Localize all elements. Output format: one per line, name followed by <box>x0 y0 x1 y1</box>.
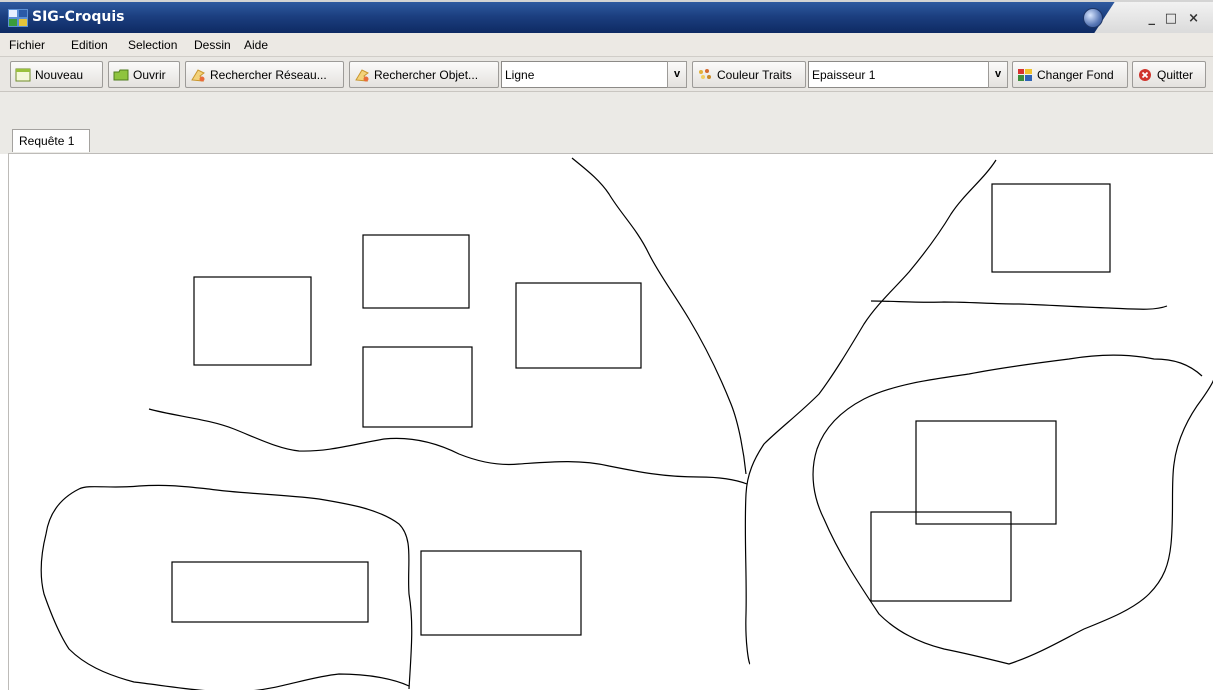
tab-strip: Requête 1 <box>0 92 1213 154</box>
quit-button[interactable]: Quitter <box>1132 61 1206 88</box>
sketch-line[interactable] <box>870 300 1168 310</box>
drawing-canvas[interactable] <box>8 153 1213 690</box>
new-button-label: Nouveau <box>35 67 84 82</box>
sketch-rectangle[interactable] <box>362 234 470 309</box>
menu-aide[interactable]: Aide <box>244 38 268 52</box>
sketch-rectangle[interactable] <box>915 420 1057 525</box>
sketch-line[interactable] <box>40 484 413 690</box>
sketch-line[interactable] <box>571 157 747 475</box>
sketch-svg[interactable] <box>9 154 1213 690</box>
thickness-select[interactable]: Epaisseur 1 <box>808 61 1008 88</box>
open-button[interactable]: Ouvrir <box>108 61 180 88</box>
window-title: SIG-Croquis <box>32 9 125 25</box>
sketch-line[interactable] <box>812 354 1213 665</box>
search-object-label: Rechercher Objet... <box>374 67 479 82</box>
change-background-button[interactable]: Changer Fond <box>1012 61 1128 88</box>
background-icon <box>1018 68 1032 81</box>
sig-app-icon <box>8 9 28 27</box>
menu-bar: Fichier Edition Selection Dessin Aide <box>0 33 1213 57</box>
toolbar: Nouveau Ouvrir Rechercher Réseau... Rech… <box>0 57 1213 92</box>
sketch-rectangle[interactable] <box>991 183 1111 273</box>
line-color-label: Couleur Traits <box>717 67 792 82</box>
sketch-rectangle[interactable] <box>420 550 582 636</box>
new-document-icon <box>15 68 31 81</box>
sketch-rectangle[interactable] <box>870 511 1012 602</box>
color-palette-icon <box>699 68 711 79</box>
new-button[interactable]: Nouveau <box>10 61 103 88</box>
search-network-icon <box>191 68 205 82</box>
sketch-rectangle[interactable] <box>362 346 473 428</box>
help-round-button[interactable] <box>1083 8 1103 28</box>
open-button-label: Ouvrir <box>133 67 166 82</box>
title-bar: SIG-Croquis _ □ × <box>0 0 1213 35</box>
shape-select-chevron-down-icon[interactable]: v <box>667 61 687 88</box>
tab-requete-1[interactable]: Requête 1 <box>12 129 90 152</box>
sketch-rectangle[interactable] <box>171 561 369 623</box>
menu-dessin[interactable]: Dessin <box>194 38 231 52</box>
menu-fichier[interactable]: Fichier <box>9 38 45 52</box>
sketch-rectangle[interactable] <box>193 276 312 366</box>
open-folder-icon <box>113 69 129 80</box>
search-object-button[interactable]: Rechercher Objet... <box>349 61 499 88</box>
sketch-line[interactable] <box>148 408 748 485</box>
menu-selection[interactable]: Selection <box>128 38 177 52</box>
quit-icon <box>1139 68 1151 81</box>
search-network-label: Rechercher Réseau... <box>210 67 327 82</box>
change-background-label: Changer Fond <box>1037 67 1114 82</box>
menu-edition[interactable]: Edition <box>71 38 108 52</box>
close-button[interactable]: × <box>1188 11 1199 26</box>
thickness-select-chevron-down-icon[interactable]: v <box>988 61 1008 88</box>
maximize-button[interactable]: □ <box>1165 11 1177 26</box>
sketch-rectangle[interactable] <box>515 282 642 369</box>
search-object-icon <box>355 68 369 82</box>
line-color-button[interactable]: Couleur Traits <box>692 61 806 88</box>
minimize-button[interactable]: _ <box>1149 11 1156 26</box>
shape-select[interactable]: Ligne <box>501 61 687 88</box>
quit-label: Quitter <box>1157 67 1194 82</box>
search-network-button[interactable]: Rechercher Réseau... <box>185 61 344 88</box>
